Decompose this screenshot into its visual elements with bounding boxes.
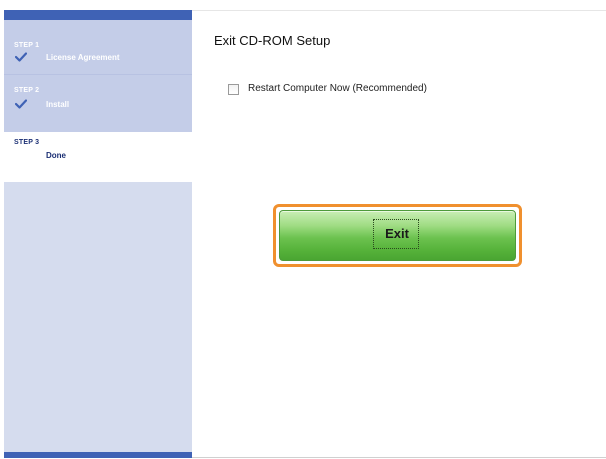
exit-button-label[interactable]: Exit bbox=[374, 220, 420, 248]
step-name-label: Install bbox=[46, 100, 70, 109]
step-number-label: STEP 2 bbox=[14, 87, 40, 94]
step-name-label: Done bbox=[46, 151, 66, 160]
exit-button-focus-ring[interactable]: Exit bbox=[373, 219, 419, 249]
header-divider bbox=[192, 10, 606, 11]
restart-checkbox[interactable] bbox=[228, 84, 239, 95]
step-item-install: STEP 2 Install bbox=[4, 75, 192, 132]
step-item-license-agreement: STEP 1 License Agreement bbox=[4, 20, 192, 74]
restart-checkbox-label[interactable]: Restart Computer Now (Recommended) bbox=[248, 83, 427, 94]
sidebar-bottom-bar bbox=[4, 452, 192, 458]
setup-window: STEP 1 License Agreement STEP 2 Install … bbox=[0, 0, 606, 459]
step-item-done: STEP 3 Done bbox=[4, 132, 192, 182]
sidebar-top-bar bbox=[4, 10, 192, 20]
page-title: Exit CD-ROM Setup bbox=[214, 33, 331, 48]
step-sidebar: STEP 1 License Agreement STEP 2 Install … bbox=[4, 10, 192, 458]
check-icon bbox=[15, 99, 27, 109]
step-number-label: STEP 1 bbox=[14, 42, 40, 49]
footer-divider bbox=[192, 457, 606, 458]
check-icon bbox=[15, 52, 27, 62]
step-number-label: STEP 3 bbox=[14, 139, 40, 146]
step-name-label: License Agreement bbox=[46, 53, 120, 62]
